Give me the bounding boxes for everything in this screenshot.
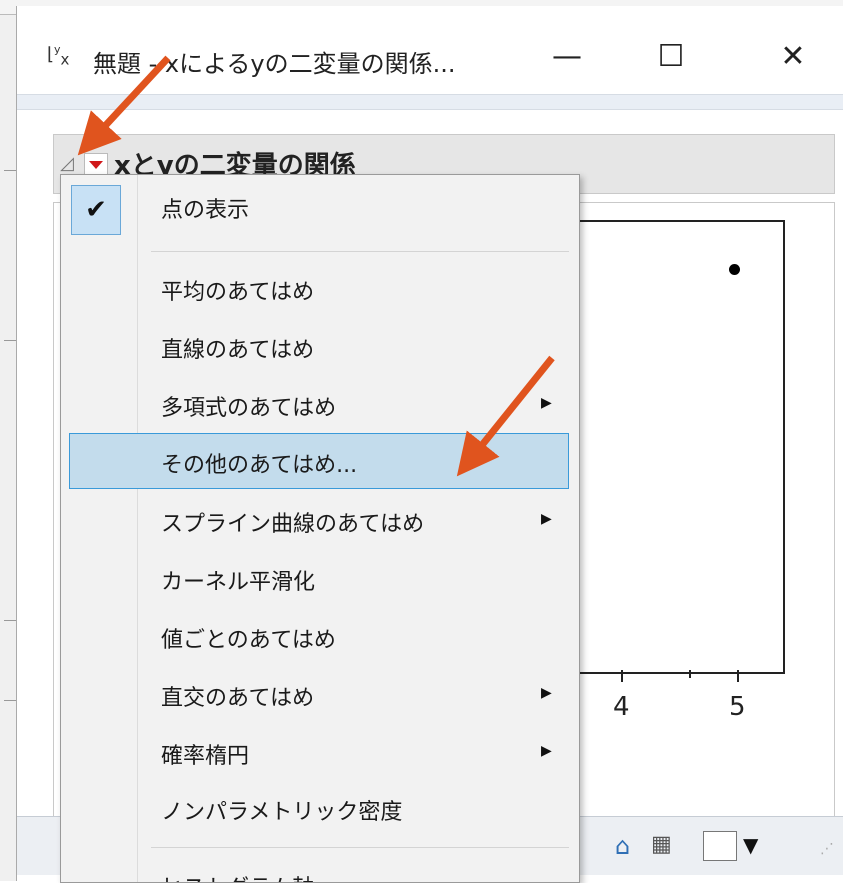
x-tick-label-4: 4 [613,692,630,722]
menu-item-label: 直交のあてはめ [161,686,315,711]
menu-item-label: 値ごとのあてはめ [161,628,336,653]
menu-item-label: ノンパラメトリック密度 [161,800,403,825]
window-title: 無題 - xによるyの二変量の関係... [93,50,456,78]
chevron-down-icon[interactable]: ▼ [743,833,758,857]
red-triangle-context-menu: ✔ 点の表示 平均のあてはめ 直線のあてはめ 多項式のあてはめ ▶ その他のあて… [60,174,580,883]
menu-item-label: 点の表示 [161,198,250,223]
menu-item-fit-orthogonal[interactable]: 直交のあてはめ ▶ [61,667,579,723]
save-script-icon[interactable]: ▦ [651,833,675,857]
menu-item-fit-line[interactable]: 直線のあてはめ [61,319,579,375]
menu-item-nonpar-density[interactable]: ノンパラメトリック密度 [61,781,579,837]
title-bar[interactable]: ⌊yx 無題 - xによるyの二変量の関係... — ☐ ✕ [17,6,843,94]
menu-item-label: その他のあてはめ... [161,453,358,478]
menu-item-label: 多項式のあてはめ [161,396,337,421]
checkmark-icon: ✔ [71,185,121,235]
menu-item-fit-spline[interactable]: スプライン曲線のあてはめ ▶ [61,493,579,549]
menu-band [17,94,843,110]
scatter-plot-area[interactable] [557,220,785,674]
menu-item-label: ヒストグラム軸 [161,870,314,882]
menu-separator [151,847,569,848]
menu-separator [151,251,569,252]
menu-item-fit-each-value[interactable]: 値ごとのあてはめ [61,609,579,665]
maximize-button[interactable]: ☐ [641,34,701,80]
menu-item-label: 確率楕円 [161,744,250,769]
menu-item-kernel-smoother[interactable]: カーネル平滑化 [61,551,579,607]
menu-item-fit-mean[interactable]: 平均のあてはめ [61,261,579,317]
resize-grip-icon[interactable]: ⋰ [820,841,834,857]
menu-item-density-ellipse[interactable]: 確率楕円 ▶ [61,725,579,781]
menu-item-label: スプライン曲線のあてはめ [161,512,425,537]
data-point[interactable] [729,264,740,275]
x-axis-tick [621,670,623,682]
yx-chart-icon: ⌊yx [47,43,70,69]
close-button[interactable]: ✕ [763,34,823,80]
menu-item-label: 直線のあてはめ [161,338,315,363]
menu-item-show-points[interactable]: ✔ 点の表示 [61,179,579,235]
home-icon[interactable]: ⌂ [615,833,641,859]
submenu-arrow-icon: ▶ [541,743,552,759]
submenu-arrow-icon: ▶ [541,395,552,411]
menu-item-label: カーネル平滑化 [161,570,316,595]
menu-item-fit-polynomial[interactable]: 多項式のあてはめ ▶ [61,377,579,433]
disclosure-triangle-icon[interactable]: ◿ [60,153,74,174]
menu-item-fit-special[interactable]: その他のあてはめ... [69,433,569,489]
submenu-arrow-icon: ▶ [541,511,552,527]
x-axis-tick [737,670,739,682]
minimize-button[interactable]: — [537,34,597,80]
menu-item-histogram-borders[interactable]: ヒストグラム軸 [61,857,579,882]
menu-item-label: 平均のあてはめ [161,280,315,305]
x-axis-tick [689,670,691,678]
red-triangle-menu-icon[interactable] [84,153,108,175]
color-swatch-button[interactable] [703,831,737,861]
x-tick-label-5: 5 [729,692,746,722]
submenu-arrow-icon: ▶ [541,685,552,701]
